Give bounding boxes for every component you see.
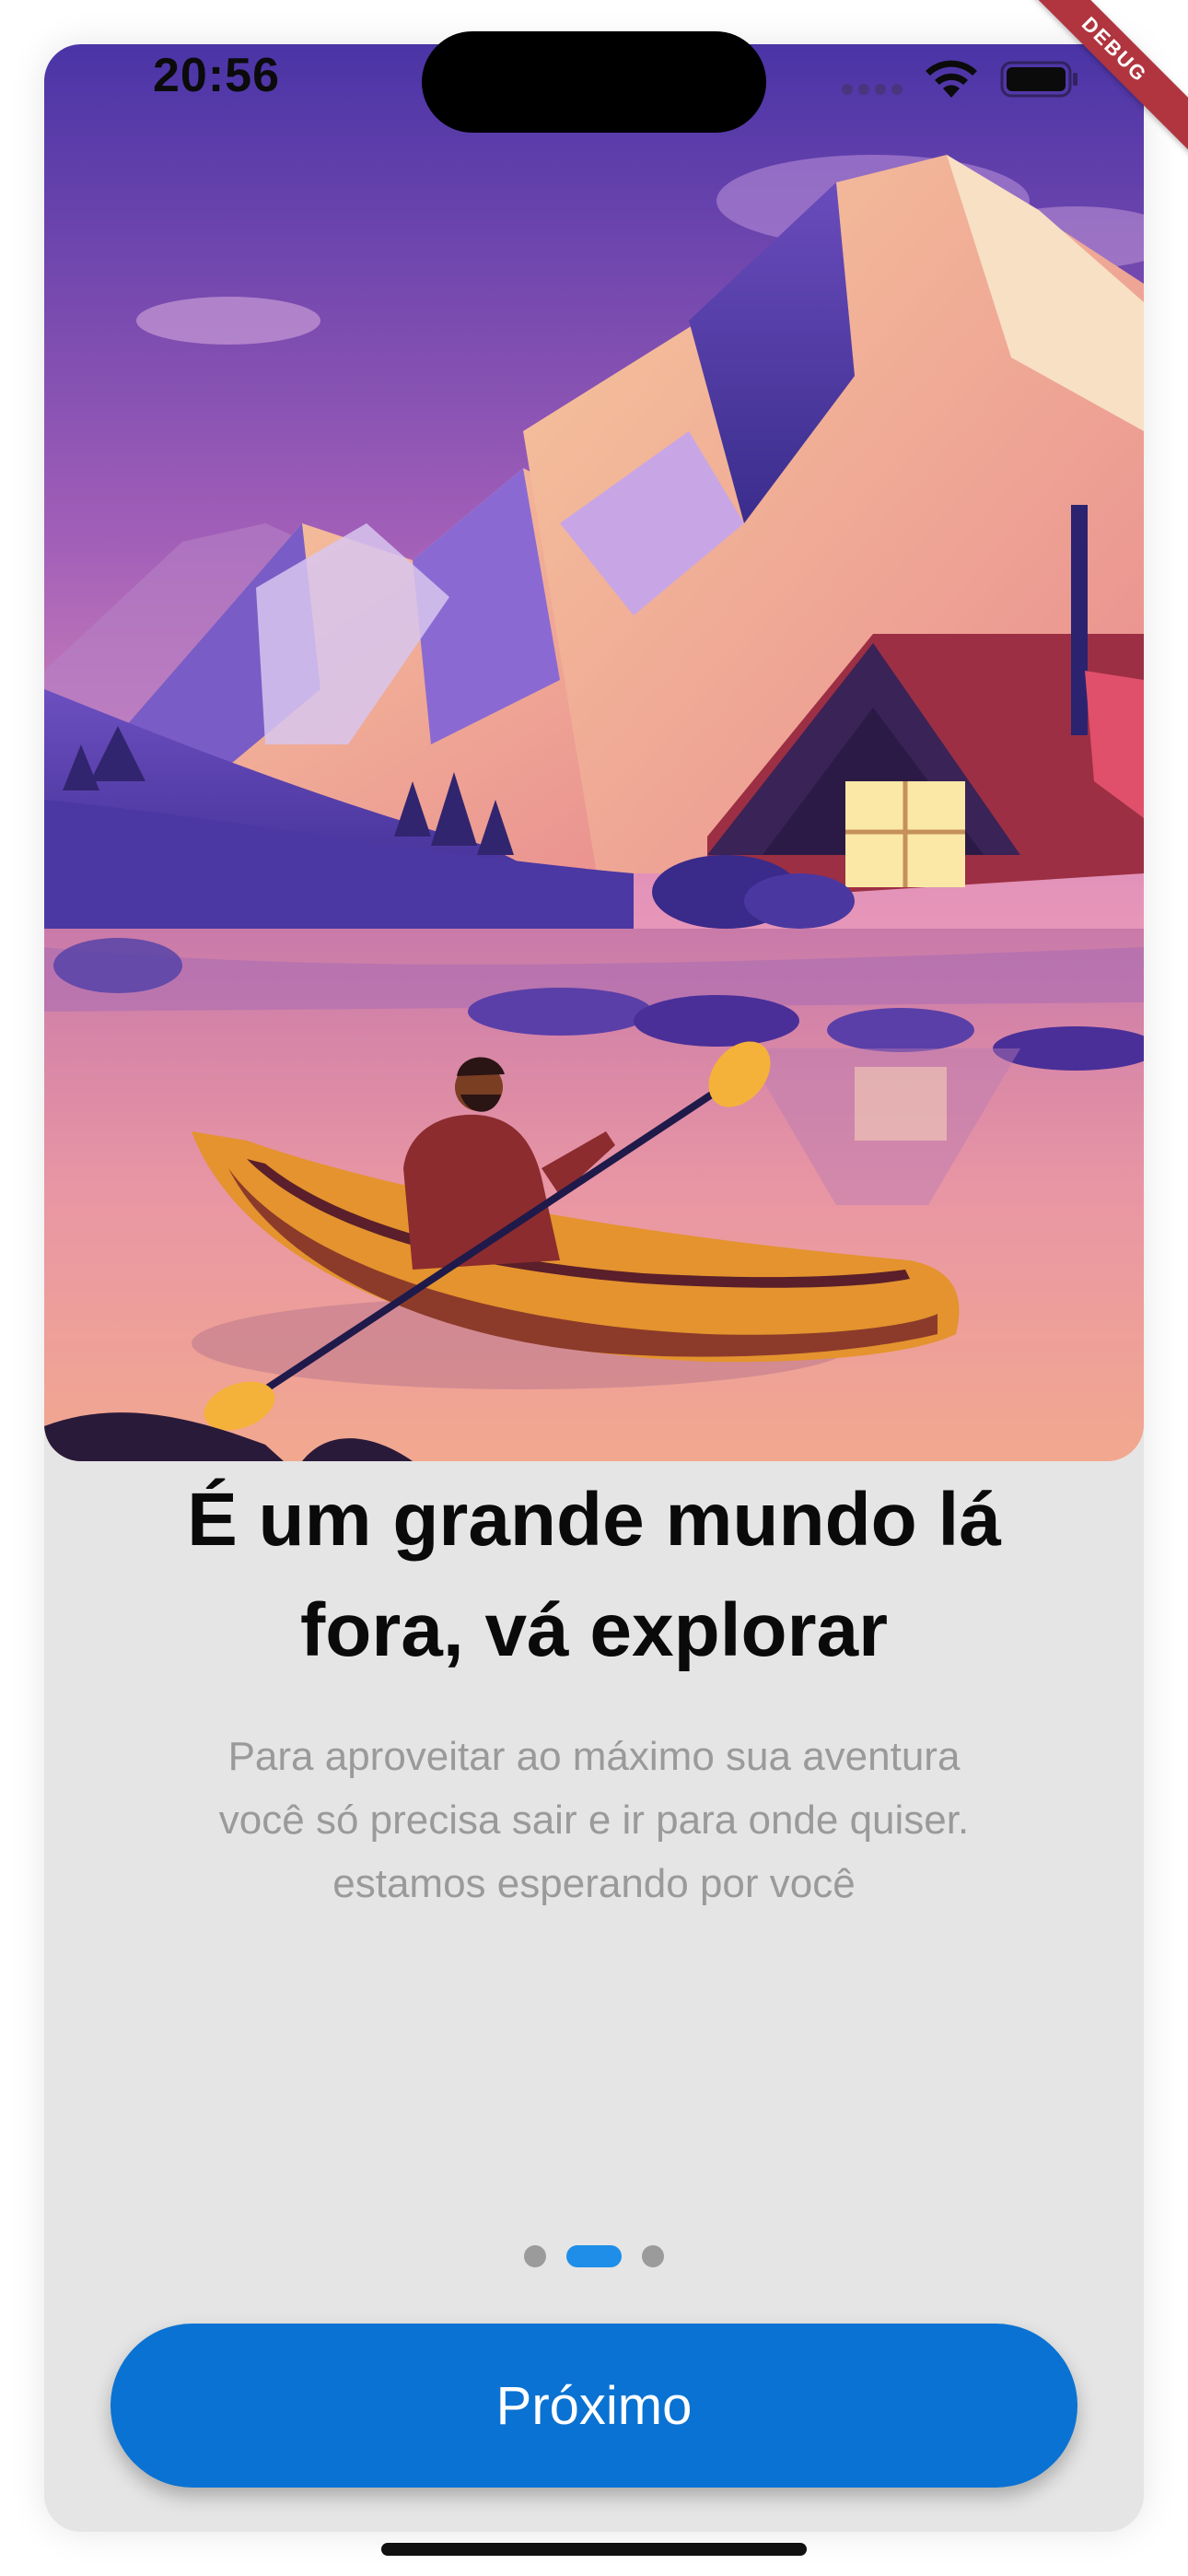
page-indicator [0, 2244, 1188, 2268]
hero-illustration [44, 44, 1144, 1461]
dynamic-island [422, 31, 766, 133]
home-indicator [381, 2543, 807, 2556]
subtitle-line: Para aproveitar ao máximo sua aventura [227, 1734, 961, 1779]
page-dot-2-active[interactable] [566, 2245, 622, 2267]
subtitle-line: estamos esperando por você [332, 1861, 856, 1906]
page-dot-3[interactable] [642, 2245, 664, 2267]
kayak-lake-illustration [44, 44, 1144, 1461]
battery-icon [1000, 61, 1079, 102]
wifi-icon [923, 59, 980, 104]
title-line: É um grande mundo lá [187, 1478, 1001, 1562]
cellular-icon [842, 83, 903, 100]
onboarding-subtitle: Para aproveitar ao máximo sua aventura v… [129, 1725, 1059, 1915]
title-line: fora, vá explorar [299, 1588, 889, 1672]
onboarding-title: É um grande mundo lá fora, vá explorar [92, 1465, 1096, 1686]
page-dot-1[interactable] [524, 2245, 546, 2267]
next-button[interactable]: Próximo [111, 2324, 1077, 2488]
subtitle-line: você só precisa sair e ir para onde quis… [218, 1797, 970, 1843]
status-time: 20:56 [153, 49, 280, 102]
